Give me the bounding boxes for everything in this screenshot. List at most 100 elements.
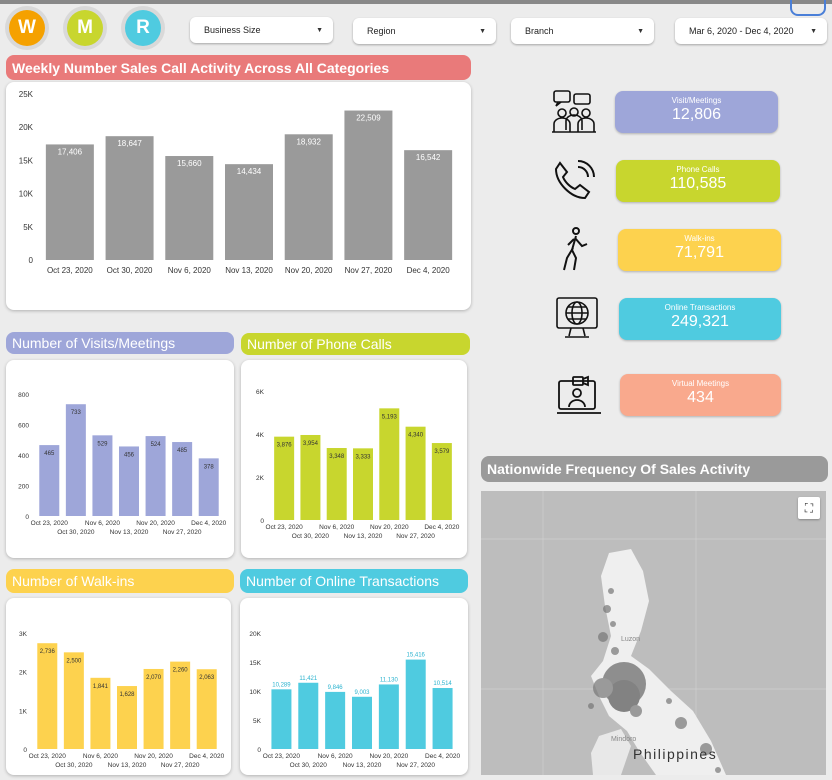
virtual-meeting-icon — [557, 375, 601, 414]
y-tick-label: 0 — [23, 747, 27, 754]
business-size-filter[interactable]: Business Size ▼ — [190, 17, 333, 43]
data-label: 465 — [44, 451, 55, 457]
walkins-chart-title: Number of Walk-ins — [6, 569, 234, 593]
map-panel[interactable]: Luzon Mindoro Philippines ⛶ — [481, 491, 826, 775]
phone-kpi-card[interactable]: Phone Calls 110,585 — [616, 160, 780, 202]
bar[interactable] — [325, 691, 346, 749]
x-tick-label: Nov 13, 2020 — [344, 533, 383, 540]
bar[interactable] — [378, 684, 399, 749]
walking-person-icon — [563, 227, 588, 271]
x-tick-label: Dec 4, 2020 — [425, 753, 460, 760]
x-tick-label: Nov 20, 2020 — [134, 753, 173, 760]
y-tick-label: 200 — [18, 484, 29, 491]
bar[interactable] — [284, 134, 333, 260]
bar[interactable] — [63, 652, 84, 749]
map-fullscreen-icon[interactable]: ⛶ — [798, 497, 820, 519]
branch-filter[interactable]: Branch ▼ — [511, 18, 654, 44]
x-tick-label: Nov 13, 2020 — [108, 762, 147, 769]
bar[interactable] — [165, 156, 214, 260]
data-label: 378 — [204, 464, 215, 470]
x-tick-label: Nov 27, 2020 — [345, 266, 393, 275]
data-label: 10,514 — [433, 681, 452, 687]
visits-kpi-card[interactable]: Visit/Meetings 12,806 — [615, 91, 778, 133]
date-range-filter[interactable]: Mar 6, 2020 - Dec 4, 2020 ▼ — [675, 18, 827, 44]
map-label-luzon: Luzon — [621, 636, 640, 643]
bar[interactable] — [105, 136, 154, 260]
x-tick-label: Nov 20, 2020 — [370, 753, 409, 760]
data-label: 2,070 — [146, 675, 162, 681]
data-label: 9,846 — [328, 685, 344, 691]
x-tick-label: Nov 20, 2020 — [285, 266, 333, 275]
data-label: 2,063 — [199, 675, 215, 681]
data-label: 3,579 — [434, 449, 450, 455]
toggle-r-button[interactable]: R — [121, 6, 165, 50]
data-label: 3,876 — [277, 443, 293, 449]
data-label: 17,406 — [58, 147, 83, 156]
bar[interactable] — [379, 408, 400, 520]
x-tick-label: Nov 13, 2020 — [343, 762, 382, 769]
x-tick-label: Oct 30, 2020 — [290, 762, 328, 769]
online-globe-icon — [556, 297, 598, 338]
data-label: 529 — [97, 441, 108, 447]
data-label: 2,500 — [66, 658, 82, 664]
data-label: 22,509 — [356, 114, 381, 123]
bar[interactable] — [404, 150, 453, 260]
region-filter[interactable]: Region ▼ — [353, 18, 496, 44]
kpi-label: Online Transactions — [664, 303, 736, 312]
bar[interactable] — [92, 435, 113, 516]
bar[interactable] — [170, 661, 191, 749]
bar[interactable] — [405, 659, 426, 749]
bar[interactable] — [225, 164, 273, 260]
x-tick-label: Nov 27, 2020 — [396, 762, 435, 769]
x-tick-label: Nov 6, 2020 — [168, 266, 212, 275]
y-tick-label: 3K — [19, 631, 28, 638]
x-tick-label: Oct 23, 2020 — [29, 753, 67, 760]
bar[interactable] — [300, 434, 321, 520]
chevron-down-icon: ▼ — [479, 27, 486, 35]
x-tick-label: Nov 13, 2020 — [225, 266, 273, 275]
kpi-value: 12,806 — [672, 106, 721, 123]
data-label: 1,841 — [93, 684, 109, 690]
online-kpi-card[interactable]: Online Transactions 249,321 — [619, 298, 781, 340]
phone-bar-chart: 0 2K 4K 6K 3,876 Oct 23, 2020 3,954 Oct 30, 202… — [256, 389, 460, 540]
y-tick-label: 0 — [257, 747, 261, 754]
y-tick-label: 4K — [256, 432, 265, 439]
bar[interactable] — [352, 696, 372, 749]
date-range-label: Mar 6, 2020 - Dec 4, 2020 — [689, 26, 794, 36]
kpi-label: Phone Calls — [676, 165, 720, 174]
fullscreen-icon[interactable] — [790, 0, 826, 16]
chevron-down-icon: ▼ — [810, 27, 817, 35]
y-tick-label: 10K — [19, 190, 34, 199]
x-tick-label: Nov 6, 2020 — [319, 524, 354, 531]
data-label: 1,628 — [119, 692, 135, 698]
bar[interactable] — [65, 404, 86, 516]
data-label: 16,542 — [416, 153, 441, 162]
toggle-m-button[interactable]: M — [63, 6, 107, 50]
data-label: 11,130 — [380, 677, 399, 683]
x-tick-label: Nov 27, 2020 — [163, 529, 202, 536]
bar[interactable] — [271, 689, 292, 749]
meeting-icon — [552, 90, 596, 133]
kpi-label: Visit/Meetings — [671, 96, 722, 105]
data-label: 14,434 — [237, 167, 262, 176]
walkins-kpi-card[interactable]: Walk-ins 71,791 — [618, 229, 781, 271]
bar[interactable] — [274, 436, 295, 520]
bar[interactable] — [298, 682, 319, 749]
bar[interactable] — [432, 688, 453, 749]
bar[interactable] — [45, 144, 94, 260]
online-chart-card: 0 5K 10K 15K 20K 10,289 Oct 23, 2020 11,421 Oct … — [240, 598, 468, 775]
bar[interactable] — [405, 426, 426, 520]
toggle-w-button[interactable]: W — [5, 6, 49, 50]
virtual-kpi-card[interactable]: Virtual Meetings 434 — [620, 374, 781, 416]
x-tick-label: Nov 13, 2020 — [110, 529, 149, 536]
data-label: 3,333 — [355, 454, 371, 460]
data-label: 3,348 — [329, 454, 345, 460]
x-tick-label: Oct 30, 2020 — [292, 533, 330, 540]
data-label: 18,932 — [296, 137, 321, 146]
y-tick-label: 5K — [253, 718, 262, 725]
x-tick-label: Dec 4, 2020 — [407, 266, 451, 275]
map-canvas: Luzon Mindoro Philippines — [481, 491, 826, 775]
bar[interactable] — [37, 643, 58, 749]
bar[interactable] — [344, 110, 393, 260]
map-title: Nationwide Frequency Of Sales Activity — [481, 456, 828, 482]
